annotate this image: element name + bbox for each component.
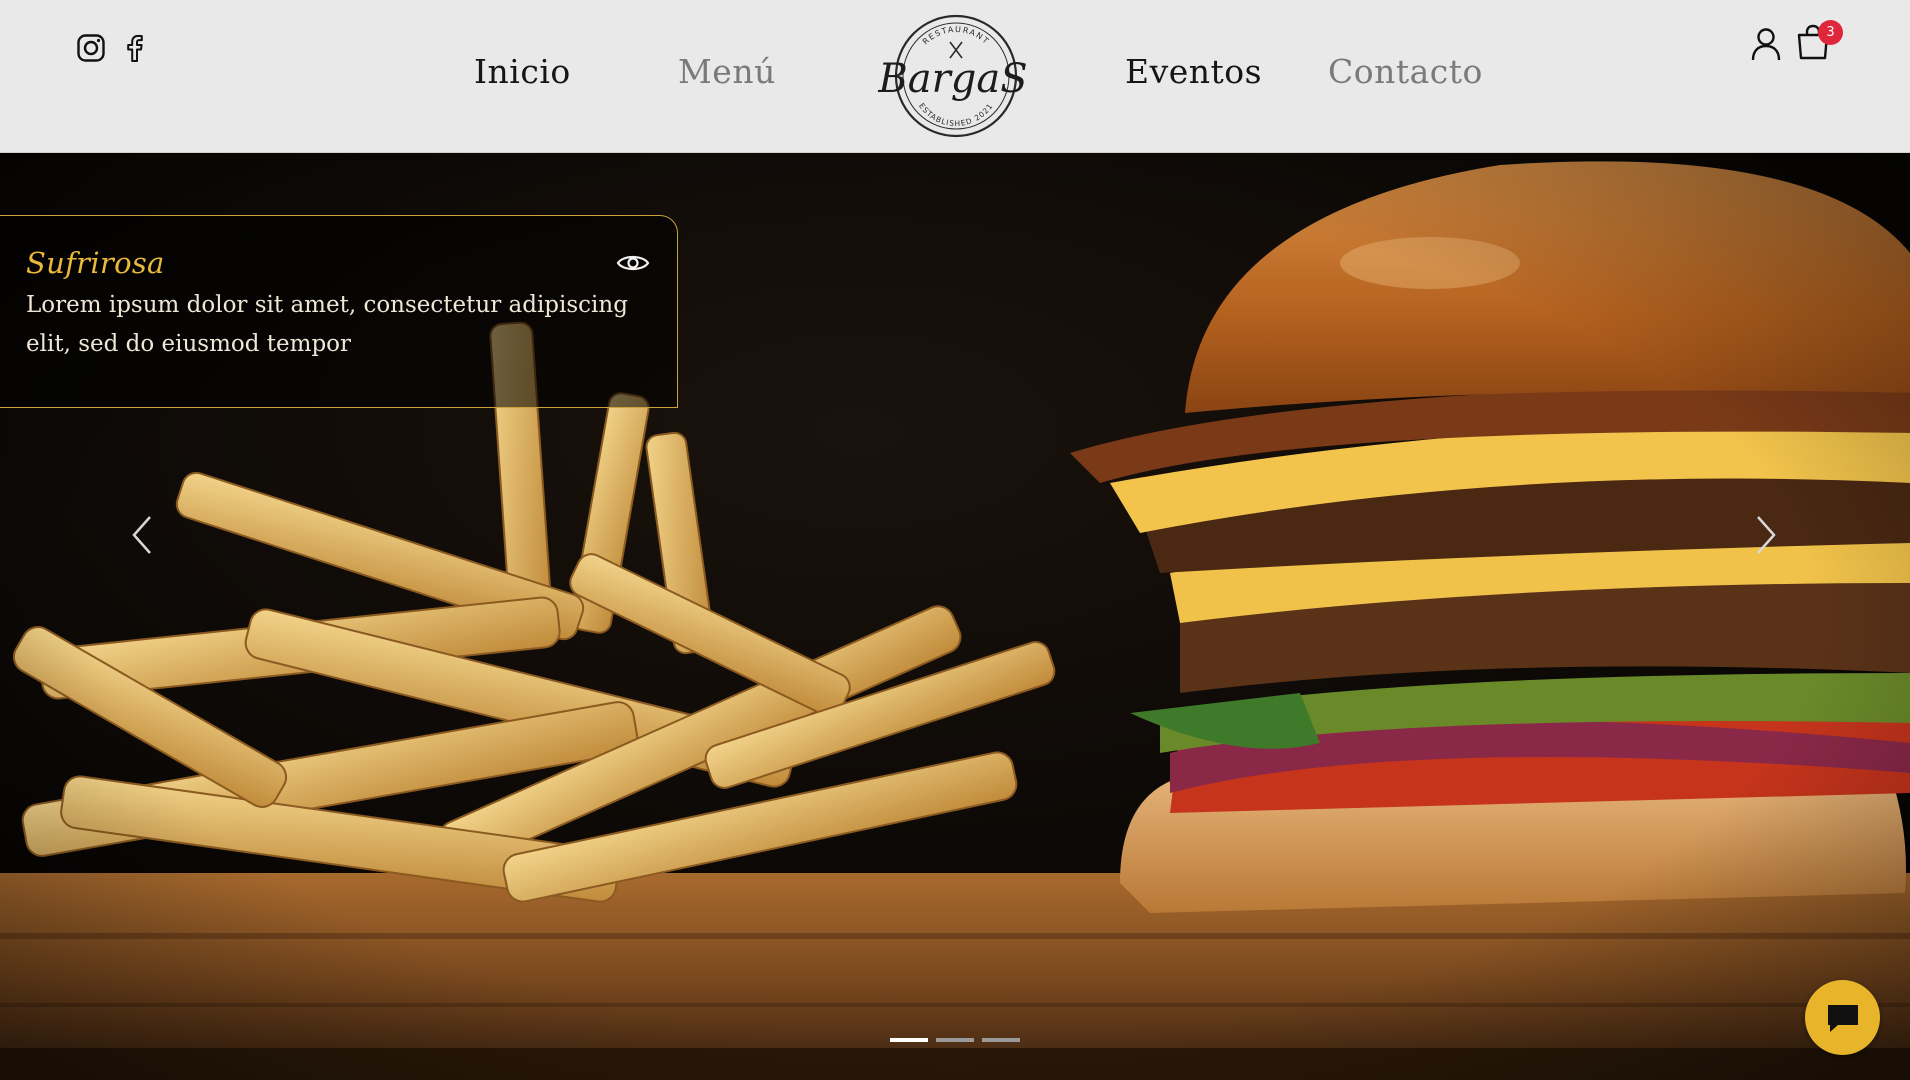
logo-wordmark: BargaS bbox=[877, 56, 1027, 102]
social-links bbox=[76, 33, 150, 63]
chat-button[interactable] bbox=[1805, 980, 1880, 1055]
slide-dot-1[interactable] bbox=[890, 1038, 928, 1042]
chat-bubble-icon bbox=[1827, 1004, 1858, 1032]
site-header: Inicio Menú RESTAURANT ESTABLISHED 2021 … bbox=[0, 0, 1910, 153]
chevron-right-icon[interactable] bbox=[1752, 513, 1780, 557]
nav-eventos[interactable]: Eventos bbox=[1125, 52, 1262, 91]
card-description: Lorem ipsum dolor sit amet, consectetur … bbox=[26, 292, 628, 357]
logo-bottom-text: ESTABLISHED 2021 bbox=[917, 101, 994, 128]
hero-slider: Sufrirosa Lorem ipsum dolor sit amet, co… bbox=[0, 153, 1910, 1080]
chevron-left-icon[interactable] bbox=[128, 513, 156, 557]
svg-text:RESTAURANT: RESTAURANT bbox=[921, 25, 991, 47]
slide-indicators bbox=[890, 1038, 1020, 1042]
instagram-icon[interactable] bbox=[76, 33, 106, 63]
slide-dot-2[interactable] bbox=[936, 1038, 974, 1042]
svg-text:ESTABLISHED 2021: ESTABLISHED 2021 bbox=[917, 101, 995, 128]
card-title: Sufrirosa bbox=[26, 246, 165, 280]
featured-item-card: Sufrirosa Lorem ipsum dolor sit amet, co… bbox=[0, 215, 678, 408]
slide-dot-3[interactable] bbox=[982, 1038, 1020, 1042]
nav-inicio[interactable]: Inicio bbox=[474, 52, 571, 91]
facebook-icon[interactable] bbox=[120, 33, 150, 63]
logo-top-text: RESTAURANT bbox=[921, 25, 990, 47]
eye-icon[interactable] bbox=[616, 252, 650, 274]
user-icon[interactable] bbox=[1750, 27, 1782, 61]
cart-count-badge: 3 bbox=[1818, 20, 1843, 45]
restaurant-logo[interactable]: RESTAURANT ESTABLISHED 2021 BargaS bbox=[868, 12, 1038, 140]
nav-contacto[interactable]: Contacto bbox=[1328, 52, 1483, 91]
nav-menu[interactable]: Menú bbox=[678, 52, 776, 91]
